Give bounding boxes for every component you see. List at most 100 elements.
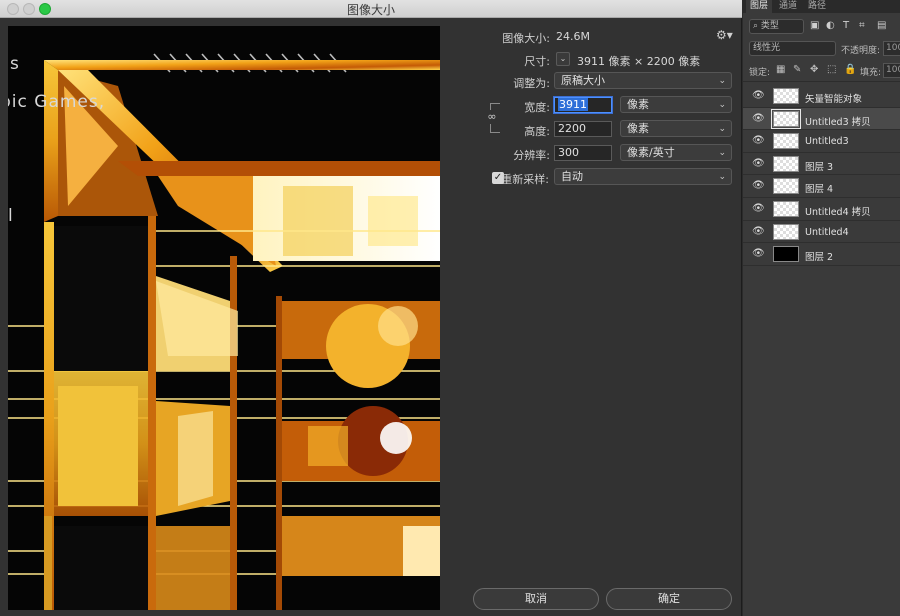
fit-to-select[interactable]: 原稿大小 ⌄ <box>554 72 732 89</box>
layer-thumbnail <box>773 133 799 150</box>
eye-icon[interactable]: 👁 <box>752 226 765 237</box>
width-label: 宽度: <box>524 101 550 114</box>
opacity-input[interactable]: 100 <box>883 41 900 56</box>
tab-channels[interactable]: 通道 <box>775 0 801 13</box>
height-label: 高度: <box>524 125 550 138</box>
height-input[interactable]: 2200 <box>554 121 612 137</box>
layer-thumbnail <box>773 223 799 240</box>
layer-row[interactable]: 👁 图层 2 <box>743 243 900 266</box>
layer-thumbnail <box>773 246 799 263</box>
width-unit-value: 像素 <box>627 98 649 111</box>
lock-row: 锁定: ▦ ✎ ✥ ⬚ 🔒 填充: 100 <box>743 62 900 82</box>
title-bar: 图像大小 <box>0 0 742 18</box>
shape-filter-icon[interactable]: ⌗ <box>859 20 865 31</box>
panel-tabs: 图层 通道 路径 <box>743 0 900 13</box>
smart-object-filter-icon[interactable]: ▤ <box>877 20 886 31</box>
resolution-unit-value: 像素/英寸 <box>627 146 675 159</box>
resolution-value: 300 <box>558 146 579 159</box>
resolution-input[interactable]: 300 <box>554 145 612 161</box>
height-unit-select[interactable]: 像素 ⌄ <box>620 120 732 137</box>
layer-row[interactable]: 👁 图层 4 <box>743 175 900 198</box>
height-unit-value: 像素 <box>627 122 649 135</box>
layer-thumbnail <box>773 178 799 195</box>
resample-value: 自动 <box>561 170 583 183</box>
layer-name: Untitled4 <box>805 226 849 238</box>
cancel-button[interactable]: 取消 <box>473 588 599 610</box>
image-size-label: 图像大小: <box>502 32 550 45</box>
fill-label: 填充: <box>860 68 882 78</box>
layer-thumbnail <box>771 108 801 129</box>
chevron-down-icon: ⌄ <box>718 100 726 110</box>
eye-icon[interactable]: 👁 <box>752 113 765 124</box>
lock-artboard-icon[interactable]: ⬚ <box>827 64 836 75</box>
resample-select[interactable]: 自动 ⌄ <box>554 168 732 185</box>
preview-text-3: l <box>8 206 13 226</box>
layer-list: 👁 矢量智能对象 👁 Untitled3 拷贝 👁 Untitled3 👁 图层… <box>743 85 900 266</box>
layer-name: Untitled4 拷贝 <box>805 206 871 218</box>
layer-row[interactable]: 👁 Untitled4 <box>743 221 900 244</box>
layer-row[interactable]: 👁 Untitled3 <box>743 130 900 153</box>
lock-all-icon[interactable]: 🔒 <box>844 64 856 75</box>
layers-panel: 图层 通道 路径 ⌕ 类型 ▣ ◐ T ⌗ ▤ 线性光 不透明度: 100 锁定… <box>743 0 900 616</box>
dialog-title: 图像大小 <box>346 3 395 17</box>
blend-mode-select[interactable]: 线性光 <box>749 41 836 56</box>
eye-icon[interactable]: 👁 <box>752 135 765 146</box>
lock-image-icon[interactable]: ✎ <box>793 64 801 75</box>
eye-icon[interactable]: 👁 <box>752 90 765 101</box>
eye-icon[interactable]: 👁 <box>752 158 765 169</box>
width-unit-select[interactable]: 像素 ⌄ <box>620 96 732 113</box>
resolution-label: 分辨率: <box>513 149 550 162</box>
filter-placeholder: 类型 <box>760 21 779 31</box>
chevron-down-icon: ⌄ <box>718 148 726 158</box>
layer-row[interactable]: 👁 图层 3 <box>743 153 900 176</box>
ok-button[interactable]: 确定 <box>606 588 732 610</box>
layer-filter-row: ⌕ 类型 ▣ ◐ T ⌗ ▤ <box>743 16 900 38</box>
blend-mode-value: 线性光 <box>753 43 781 53</box>
dimensions-label: 尺寸: <box>524 55 550 68</box>
layer-row[interactable]: 👁 Untitled3 拷贝 <box>743 107 900 131</box>
eye-icon[interactable]: 👁 <box>752 203 765 214</box>
image-size-dialog: 图像大小 s pic Games, l ⚙▾ 图像大小: 24.6M 尺寸: ⌄… <box>0 0 742 616</box>
width-input[interactable]: 3911 <box>554 97 612 113</box>
layer-thumbnail <box>773 155 799 172</box>
tab-layers[interactable]: 图层 <box>746 0 773 13</box>
lock-position-icon[interactable]: ✥ <box>810 64 818 75</box>
tab-paths[interactable]: 路径 <box>804 0 830 13</box>
fill-input[interactable]: 100 <box>883 63 900 78</box>
height-value: 2200 <box>558 122 586 135</box>
layer-thumbnail <box>773 88 799 104</box>
layer-name: 图层 4 <box>805 184 834 196</box>
dimensions-value: 3911 像素 × 2200 像素 <box>577 55 701 68</box>
layer-row[interactable]: 👁 矢量智能对象 <box>743 85 900 108</box>
lock-transparent-icon[interactable]: ▦ <box>776 64 785 75</box>
resample-label: 重新采样: <box>501 173 549 186</box>
layer-name: Untitled3 拷贝 <box>805 116 871 128</box>
layer-name: 图层 3 <box>805 161 834 173</box>
gear-icon[interactable]: ⚙▾ <box>716 28 733 42</box>
width-value: 3911 <box>558 98 588 111</box>
lock-label: 锁定: <box>749 68 771 78</box>
chevron-down-icon: ⌄ <box>718 172 726 182</box>
eye-icon[interactable]: 👁 <box>752 180 765 191</box>
preview-text-1: s <box>10 54 19 74</box>
fill-value: 100 <box>886 65 900 75</box>
layer-name: 矢量智能对象 <box>805 94 863 105</box>
chevron-down-icon: ⌄ <box>718 124 726 134</box>
preview-text-2: pic Games, <box>8 92 106 112</box>
layer-name: Untitled3 <box>805 136 849 148</box>
fit-to-label: 调整为: <box>513 77 550 90</box>
fit-to-value: 原稿大小 <box>561 74 605 87</box>
layer-filter-select[interactable]: ⌕ 类型 <box>749 19 804 34</box>
layer-thumbnail <box>773 200 799 217</box>
dimensions-unit-dropdown[interactable]: ⌄ <box>556 52 570 66</box>
type-filter-icon[interactable]: T <box>843 20 849 31</box>
layer-row[interactable]: 👁 Untitled4 拷贝 <box>743 198 900 221</box>
pixel-filter-icon[interactable]: ▣ <box>810 20 819 31</box>
adjustment-filter-icon[interactable]: ◐ <box>826 20 835 31</box>
resolution-unit-select[interactable]: 像素/英寸 ⌄ <box>620 144 732 161</box>
eye-icon[interactable]: 👁 <box>752 248 765 259</box>
opacity-label: 不透明度: <box>841 46 881 56</box>
image-preview[interactable]: s pic Games, l <box>8 26 440 610</box>
chevron-down-icon: ⌄ <box>718 76 726 86</box>
image-size-value: 24.6M <box>556 30 590 43</box>
